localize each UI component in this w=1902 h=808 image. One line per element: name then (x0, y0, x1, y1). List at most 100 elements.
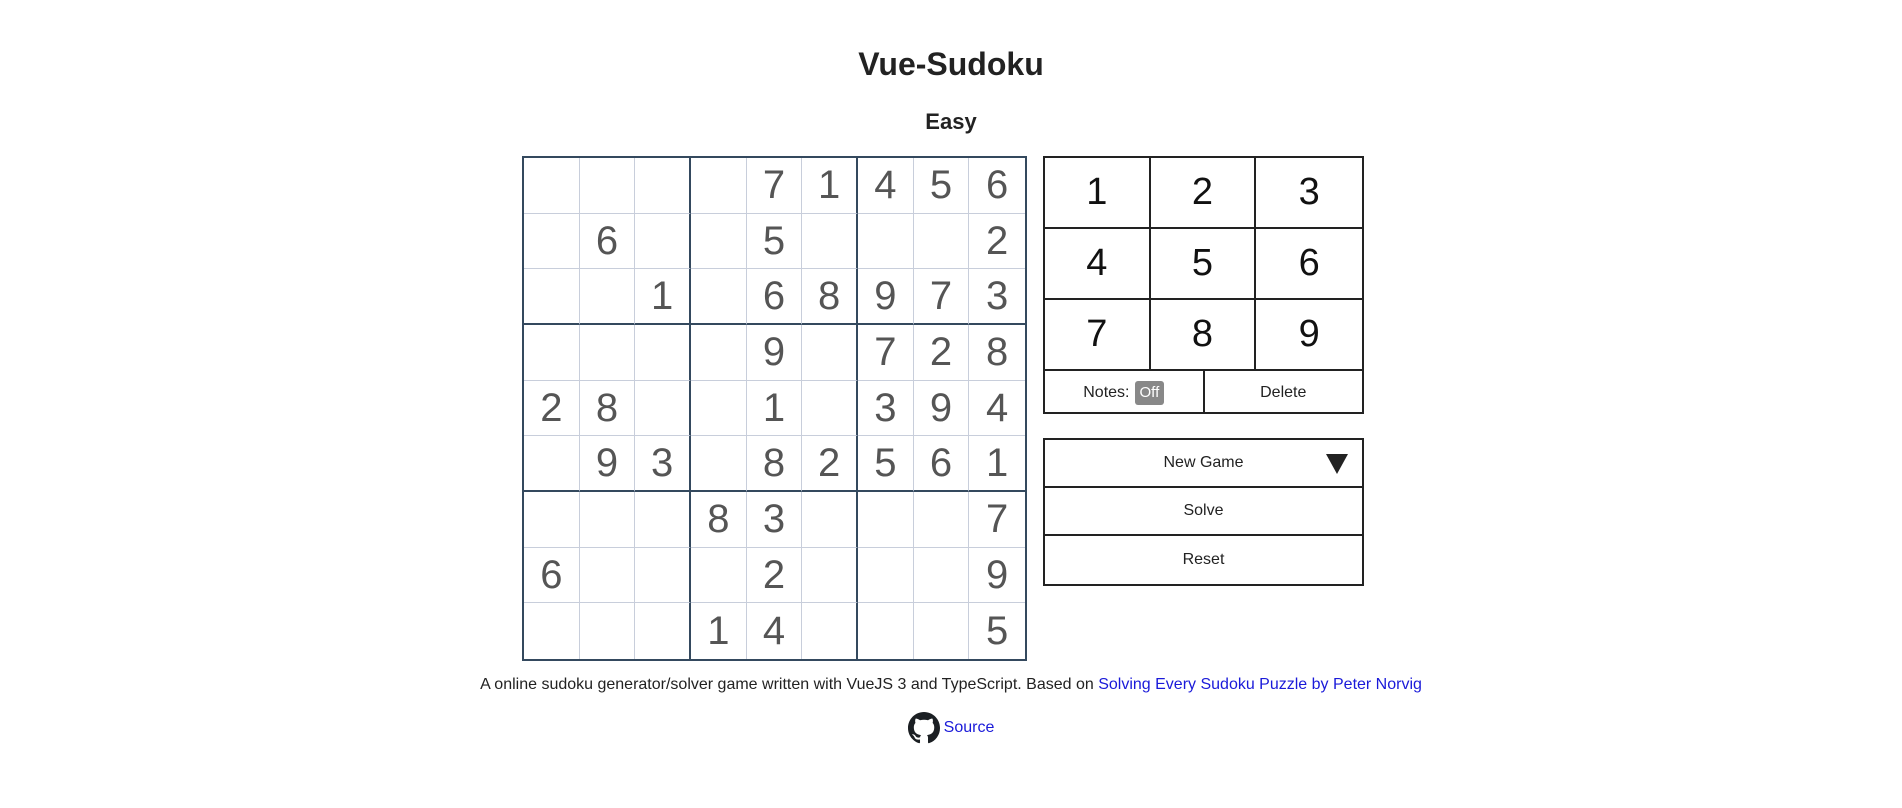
sudoku-cell[interactable] (691, 213, 747, 270)
sudoku-cell[interactable] (913, 213, 970, 270)
sudoku-cell[interactable] (579, 269, 636, 325)
sudoku-cell[interactable]: 4 (747, 603, 803, 659)
sudoku-cell[interactable]: 6 (524, 547, 580, 604)
sudoku-cell[interactable] (858, 492, 914, 548)
github-icon[interactable] (907, 712, 940, 744)
number-button[interactable]: 7 (1045, 300, 1151, 371)
sudoku-cell[interactable] (635, 492, 691, 548)
sudoku-cell[interactable]: 5 (858, 436, 914, 492)
sudoku-cell[interactable] (914, 603, 970, 659)
sudoku-cell[interactable]: 6 (913, 436, 970, 492)
sudoku-cell[interactable]: 1 (691, 603, 747, 659)
sudoku-cell[interactable] (635, 158, 691, 214)
notes-toggle-button[interactable]: Notes: Off (1045, 371, 1205, 414)
sudoku-cell[interactable]: 1 (802, 158, 858, 214)
sudoku-cell[interactable]: 4 (969, 381, 1025, 437)
sudoku-cell[interactable]: 2 (524, 380, 580, 437)
sudoku-cell[interactable]: 7 (858, 325, 914, 381)
sudoku-cell[interactable] (635, 380, 691, 437)
sudoku-cell[interactable] (858, 547, 914, 604)
sudoku-cell[interactable]: 2 (913, 325, 970, 381)
sudoku-cell[interactable]: 5 (969, 603, 1025, 659)
number-button[interactable]: 4 (1045, 229, 1151, 300)
sudoku-cell[interactable]: 9 (579, 436, 636, 492)
sudoku-cell[interactable]: 3 (746, 492, 803, 548)
sudoku-cell[interactable] (635, 213, 691, 270)
sudoku-cell[interactable]: 2 (746, 547, 803, 604)
sudoku-cell[interactable]: 7 (969, 492, 1025, 548)
reset-button[interactable]: Reset (1045, 536, 1362, 584)
sudoku-cell[interactable]: 8 (802, 269, 858, 325)
caret-down-icon[interactable] (1326, 454, 1348, 474)
solve-button[interactable]: Solve (1045, 488, 1362, 536)
sudoku-cell[interactable]: 5 (746, 213, 803, 270)
sudoku-cell[interactable] (802, 603, 858, 659)
number-button[interactable]: 5 (1150, 229, 1257, 300)
sudoku-cell[interactable] (524, 436, 580, 492)
delete-button[interactable]: Delete (1205, 371, 1363, 414)
source-link[interactable]: Source (944, 719, 995, 737)
sudoku-cell[interactable] (802, 213, 858, 270)
sudoku-cell[interactable]: 8 (969, 325, 1025, 381)
sudoku-cell[interactable]: 9 (969, 548, 1025, 604)
sudoku-cell[interactable] (691, 436, 747, 492)
sudoku-cell[interactable] (858, 213, 914, 270)
sudoku-cell[interactable]: 8 (579, 380, 636, 437)
sudoku-cell[interactable] (524, 603, 580, 659)
norvig-link[interactable]: Solving Every Sudoku Puzzle by Peter Nor… (1098, 676, 1422, 693)
sudoku-cell[interactable]: 4 (858, 158, 914, 214)
sudoku-cell[interactable] (635, 325, 691, 381)
sudoku-cell[interactable]: 7 (913, 269, 970, 325)
sudoku-cell[interactable] (691, 158, 747, 214)
sudoku-cell[interactable] (691, 547, 747, 604)
sudoku-cell[interactable] (635, 603, 691, 659)
sudoku-cell[interactable]: 1 (969, 436, 1025, 492)
sudoku-cell[interactable] (913, 547, 970, 604)
sudoku-cell[interactable] (524, 325, 580, 381)
sudoku-cell[interactable] (802, 547, 858, 604)
sudoku-cell[interactable] (691, 380, 747, 437)
sudoku-cell[interactable]: 3 (858, 380, 914, 437)
sudoku-cell[interactable] (524, 158, 580, 214)
sudoku-cell[interactable]: 6 (969, 158, 1025, 214)
sudoku-cell[interactable]: 9 (858, 269, 914, 325)
sudoku-cell[interactable] (524, 213, 580, 270)
sudoku-cell[interactable] (913, 492, 970, 548)
sudoku-cell[interactable] (580, 603, 636, 659)
number-button[interactable]: 9 (1256, 300, 1362, 371)
sudoku-cell[interactable]: 6 (579, 213, 636, 270)
sudoku-cell[interactable] (579, 158, 636, 214)
sudoku-cell[interactable] (802, 492, 858, 548)
number-button[interactable]: 8 (1150, 300, 1257, 371)
sudoku-cell[interactable]: 3 (969, 269, 1025, 325)
sudoku-cell[interactable] (802, 325, 858, 381)
sudoku-cell[interactable] (691, 325, 747, 381)
sudoku-cell[interactable] (802, 380, 858, 437)
sudoku-cell[interactable]: 7 (746, 158, 803, 214)
sudoku-cell[interactable] (524, 492, 580, 548)
sudoku-cell[interactable]: 9 (913, 380, 970, 437)
sudoku-cell[interactable]: 1 (635, 269, 691, 325)
sudoku-cell[interactable] (579, 492, 636, 548)
sudoku-cell[interactable] (524, 269, 580, 325)
sudoku-cell[interactable] (691, 269, 747, 325)
sudoku-cell[interactable]: 2 (969, 214, 1025, 270)
sudoku-cell[interactable]: 6 (746, 269, 803, 325)
sudoku-cell[interactable] (579, 547, 636, 604)
sudoku-cell[interactable]: 3 (635, 436, 691, 492)
sudoku-cell[interactable] (858, 603, 914, 659)
sudoku-cell[interactable] (635, 547, 691, 604)
sudoku-cell[interactable]: 8 (691, 492, 747, 548)
number-button[interactable]: 1 (1045, 158, 1151, 229)
sudoku-cell[interactable]: 5 (913, 158, 970, 214)
sudoku-cell[interactable]: 8 (746, 436, 803, 492)
number-button[interactable]: 6 (1256, 229, 1362, 300)
sudoku-cell[interactable]: 1 (746, 380, 803, 437)
sudoku-cell[interactable] (579, 325, 636, 381)
sudoku-cell[interactable]: 9 (746, 325, 803, 381)
sudoku-cell[interactable]: 2 (802, 436, 858, 492)
number-button[interactable]: 2 (1150, 158, 1257, 229)
new-game-button[interactable]: New Game (1045, 440, 1362, 488)
number-button[interactable]: 3 (1256, 158, 1362, 229)
source-row: Source (0, 712, 1902, 744)
